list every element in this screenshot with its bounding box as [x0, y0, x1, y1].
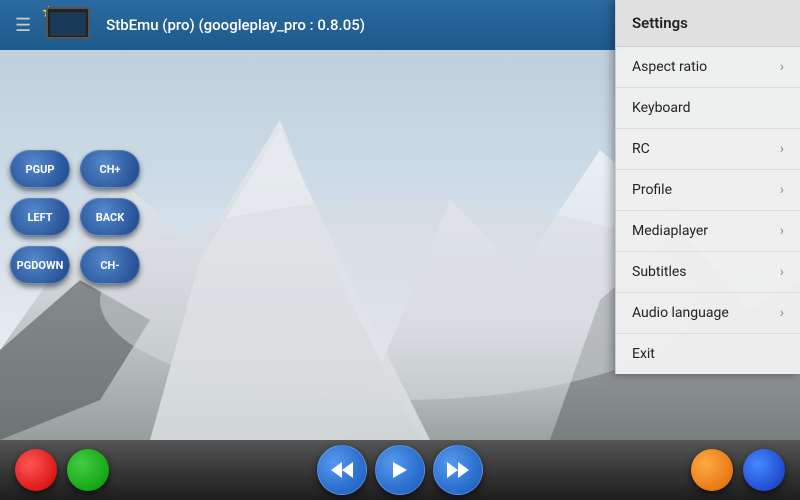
play-button[interactable]: [375, 445, 425, 495]
menu-item-mediaplayer[interactable]: Mediaplayer ›: [616, 211, 800, 252]
menu-item-audio-language[interactable]: Audio language ›: [616, 293, 800, 334]
bottom-bar: [0, 440, 800, 500]
menu-item-subtitles[interactable]: Subtitles ›: [616, 252, 800, 293]
mediaplayer-label: Mediaplayer: [632, 223, 708, 239]
settings-menu: Settings Aspect ratio › Keyboard RC › Pr…: [615, 0, 800, 374]
aspect-ratio-label: Aspect ratio: [632, 59, 707, 75]
menu-item-rc[interactable]: RC ›: [616, 129, 800, 170]
app-title: StbEmu (pro) (googleplay_pro : 0.8.05): [106, 16, 610, 34]
aspect-ratio-arrow: ›: [780, 59, 784, 75]
pgdown-button[interactable]: PGDOWN: [10, 246, 70, 284]
audio-language-label: Audio language: [632, 305, 729, 321]
toolbar: ☰ ★ StbEmu (pro) (googleplay_pro : 0.8.0…: [0, 0, 620, 50]
menu-item-profile[interactable]: Profile ›: [616, 170, 800, 211]
orange-button[interactable]: [691, 449, 733, 491]
left-button[interactable]: LEFT: [10, 198, 70, 236]
profile-arrow: ›: [780, 182, 784, 198]
chplus-button[interactable]: CH+: [80, 150, 140, 188]
tv-screen: [50, 12, 86, 36]
keyboard-label: Keyboard: [632, 100, 691, 116]
red-button[interactable]: [15, 449, 57, 491]
menu-icon[interactable]: ☰: [10, 10, 36, 41]
rc-arrow: ›: [780, 141, 784, 157]
rc-label: RC: [632, 141, 650, 157]
profile-label: Profile: [632, 182, 672, 198]
tv-icon-container: ★: [46, 7, 96, 43]
green-button[interactable]: [67, 449, 109, 491]
ctrl-row-2: LEFT BACK: [10, 198, 140, 236]
blue-button[interactable]: [743, 449, 785, 491]
fastforward-button[interactable]: [433, 445, 483, 495]
mediaplayer-arrow: ›: [780, 223, 784, 239]
color-buttons: [15, 449, 109, 491]
back-button[interactable]: BACK: [80, 198, 140, 236]
subtitles-label: Subtitles: [632, 264, 687, 280]
chminus-button[interactable]: CH-: [80, 246, 140, 284]
menu-item-aspect-ratio[interactable]: Aspect ratio ›: [616, 47, 800, 88]
pgup-button[interactable]: PGUP: [10, 150, 70, 188]
controls-panel: PGUP CH+ LEFT BACK PGDOWN CH-: [10, 150, 140, 284]
ctrl-row-1: PGUP CH+: [10, 150, 140, 188]
media-controls: [317, 445, 483, 495]
settings-header: Settings: [616, 0, 800, 47]
menu-item-keyboard[interactable]: Keyboard: [616, 88, 800, 129]
right-color-buttons: [691, 449, 785, 491]
ctrl-row-3: PGDOWN CH-: [10, 246, 140, 284]
subtitles-arrow: ›: [780, 264, 784, 280]
menu-item-exit[interactable]: Exit: [616, 334, 800, 374]
audio-language-arrow: ›: [780, 305, 784, 321]
tv-icon: [46, 7, 90, 39]
rewind-button[interactable]: [317, 445, 367, 495]
